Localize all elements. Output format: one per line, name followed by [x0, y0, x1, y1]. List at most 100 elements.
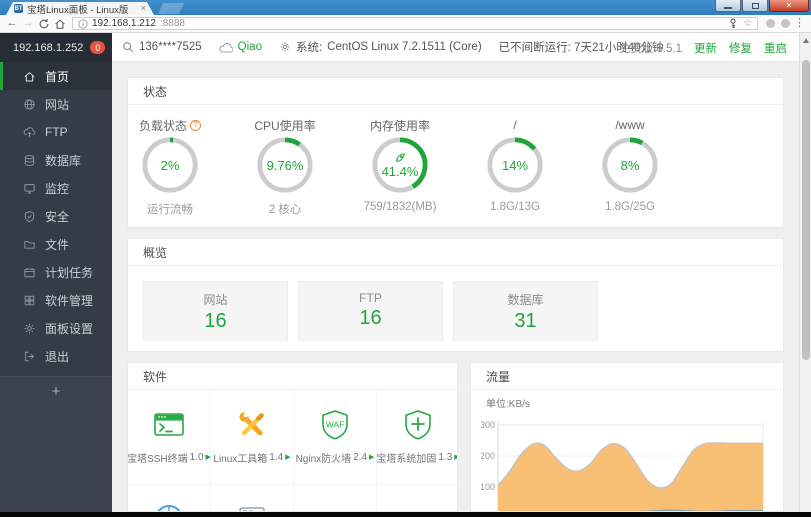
globe-icon: [24, 98, 35, 110]
logout-icon: [24, 351, 35, 361]
home-icon: [24, 71, 35, 81]
browser-titlebar: BT 宝塔Linux面板 - Linux版 × ✕: [0, 0, 811, 15]
overview-box-website[interactable]: 网站 16: [143, 281, 288, 341]
panel-topbar: 136****7525 Qiao 系统: CentOS Linux 7.2.15…: [112, 33, 799, 62]
rocket-icon[interactable]: [394, 151, 406, 163]
new-tab-button[interactable]: [158, 3, 184, 14]
refresh-icon[interactable]: [38, 18, 50, 30]
server-window-icon: [239, 507, 265, 511]
sidebar: 首页 网站 FTP 数据库 监控 安全 文件 计划任务 软件管理 面板设置 退出…: [0, 62, 112, 512]
url-text: 192.168.1.212: [92, 18, 156, 29]
gauge-disk-root: / 14% 1.8G/13G: [460, 118, 570, 213]
software-item-nginx-waf[interactable]: WAF Nginx防火墙 2.4 ▶: [294, 391, 377, 485]
browser-menu-icon[interactable]: ⋮: [794, 18, 805, 29]
software-item-partial-1[interactable]: [128, 485, 211, 511]
software-item-system-hardening[interactable]: 宝塔系统加固1.3▶: [376, 391, 457, 485]
database-icon: [24, 154, 35, 166]
sidebar-item-logout[interactable]: 退出: [0, 342, 112, 370]
dial-icon: [157, 505, 181, 511]
info-icon[interactable]: [78, 18, 88, 29]
minimize-icon: [724, 6, 732, 9]
monitor-icon: [24, 183, 35, 194]
sidebar-item-software[interactable]: 软件管理: [0, 286, 112, 314]
bookmark-star-icon[interactable]: ☆: [743, 18, 752, 29]
shield-plus-icon: [405, 410, 431, 440]
extension-icon[interactable]: [766, 19, 776, 28]
sidebar-item-security[interactable]: 安全: [0, 202, 112, 230]
folder-icon: [24, 240, 35, 249]
key-icon[interactable]: [728, 18, 738, 29]
sidebar-item-monitor[interactable]: 监控: [0, 174, 112, 202]
sidebar-item-database[interactable]: 数据库: [0, 146, 112, 174]
svg-text:200: 200: [481, 451, 495, 461]
overview-box-database[interactable]: 数据库 31: [453, 281, 598, 341]
url-bar[interactable]: 192.168.1.212:8888 ☆: [72, 17, 759, 30]
restart-link[interactable]: 重启: [764, 40, 787, 56]
back-icon[interactable]: ←: [4, 18, 20, 29]
add-menu-button[interactable]: +: [52, 384, 61, 512]
cpu-gauge-ring: 9.76%: [256, 136, 314, 194]
system-info: 系统: CentOS Linux 7.2.1511 (Core): [279, 39, 482, 55]
software-item-empty: [377, 485, 457, 511]
window-close-button[interactable]: ✕: [769, 0, 809, 12]
cloud-icon: [218, 42, 233, 53]
browser-toolbar: ← → 192.168.1.212:8888 ☆ ⋮: [0, 15, 811, 33]
svg-text:100: 100: [481, 482, 495, 492]
page-scrollbar[interactable]: [799, 33, 811, 512]
software-item-partial-2[interactable]: [211, 485, 294, 511]
update-link[interactable]: 更新: [694, 40, 717, 56]
gear-icon: [280, 42, 290, 52]
load-gauge-ring: 2%: [141, 136, 199, 194]
home-icon[interactable]: [54, 18, 66, 30]
play-icon: ▶: [285, 454, 291, 461]
scrollbar-thumb[interactable]: [801, 60, 810, 360]
url-port: :8888: [159, 18, 185, 29]
shield-check-icon: [24, 210, 35, 222]
overview-box-ftp[interactable]: FTP 16: [298, 281, 443, 341]
gear-icon: [24, 323, 35, 333]
browser-tab[interactable]: BT 宝塔Linux面板 - Linux版 ×: [6, 2, 154, 15]
sidebar-footer: +: [0, 376, 112, 512]
forward-icon[interactable]: →: [20, 18, 36, 29]
sidebar-item-files[interactable]: 文件: [0, 230, 112, 258]
search-icon: [123, 42, 134, 53]
calendar-icon: [24, 267, 35, 277]
gauge-cpu: CPU使用率 9.76% 2 核心: [254, 118, 316, 217]
window-maximize-button[interactable]: [742, 0, 768, 12]
bound-phone[interactable]: 136****7525: [122, 41, 202, 53]
message-badge[interactable]: 0: [90, 41, 106, 54]
account[interactable]: Qiao: [218, 41, 262, 53]
tab-close-icon[interactable]: ×: [141, 4, 146, 13]
svg-text:300: 300: [481, 420, 495, 430]
window-minimize-button[interactable]: [715, 0, 741, 12]
software-card-title: 软件: [128, 363, 457, 390]
traffic-card-title: 流量: [471, 363, 783, 390]
sidebar-item-cron[interactable]: 计划任务: [0, 258, 112, 286]
screen: BT 宝塔Linux面板 - Linux版 × ✕ ← → 192.168.1.…: [0, 0, 811, 517]
sidebar-item-settings[interactable]: 面板设置: [0, 314, 112, 342]
ftp-upload-icon: [23, 126, 36, 137]
sidebar-item-website[interactable]: 网站: [0, 90, 112, 118]
help-icon[interactable]: ?: [190, 119, 201, 131]
tools-icon: [239, 412, 264, 436]
sidebar-item-ftp[interactable]: FTP: [0, 118, 112, 146]
traffic-chart: 100 200 300: [481, 420, 764, 511]
sidebar-item-home[interactable]: 首页: [0, 62, 112, 90]
overview-card-title: 概览: [128, 239, 783, 266]
software-item-ssh-terminal[interactable]: 宝塔SSH终端 1.0 ▶: [128, 391, 211, 485]
gauge-load: 负载状态? 2% 运行流畅: [115, 118, 225, 217]
scrollbar-up-icon[interactable]: [803, 38, 809, 43]
repair-link[interactable]: 修复: [729, 40, 752, 56]
waf-shield-icon: WAF: [322, 410, 348, 440]
server-ip: 192.168.1.252: [13, 41, 84, 54]
software-item-linux-toolbox[interactable]: Linux工具箱 1.4 ▶: [211, 391, 294, 485]
software-item-empty: [294, 485, 377, 511]
play-icon: ▶: [369, 454, 375, 461]
maximize-icon: [751, 2, 759, 9]
play-icon: ▶: [454, 454, 457, 461]
taskbar-strip: [0, 512, 811, 517]
extension-icon[interactable]: [781, 19, 790, 28]
grid-icon: [24, 295, 35, 305]
gauge-disk-www: /www 8% 1.8G/25G: [575, 118, 685, 213]
disk-root-gauge-ring: 14%: [486, 136, 544, 194]
